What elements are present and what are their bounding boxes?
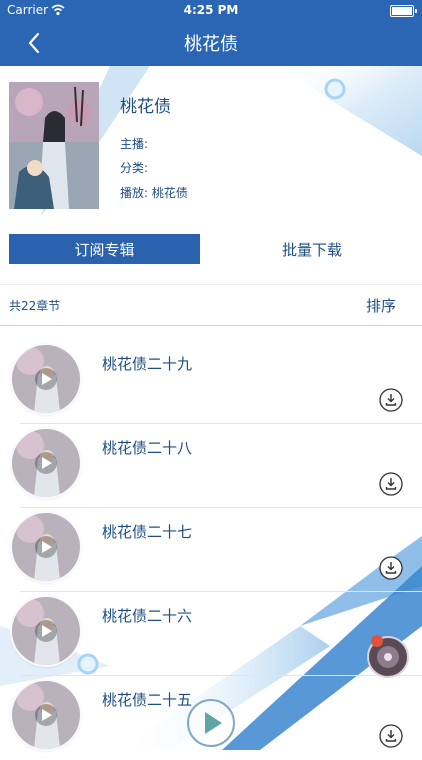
- album-cover: [9, 82, 99, 209]
- status-bar: Carrier 4:25 PM: [0, 0, 422, 22]
- album-category: 分类:: [120, 159, 148, 176]
- sort-button[interactable]: 排序: [366, 295, 396, 316]
- episode-title[interactable]: 桃花债二十九: [102, 353, 192, 374]
- status-time: 4:25 PM: [183, 3, 239, 17]
- episode-title[interactable]: 桃花债二十六: [102, 605, 192, 626]
- nav-bar: Carrier 4:25 PM 桃花债: [0, 0, 422, 66]
- episode-thumbnail[interactable]: [12, 429, 80, 497]
- subscribe-album-button[interactable]: 订阅专辑: [9, 234, 200, 264]
- host-label: 主播:: [120, 137, 149, 151]
- batch-download-button[interactable]: 批量下载: [212, 234, 412, 264]
- album-title: 桃花债: [120, 97, 171, 117]
- download-icon[interactable]: [379, 724, 403, 748]
- category-label: 分类:: [120, 161, 149, 175]
- play-button-icon[interactable]: [186, 698, 236, 748]
- floating-player-disc-icon[interactable]: [365, 632, 411, 678]
- play-label: 播放:: [120, 186, 149, 200]
- episode-title[interactable]: 桃花债二十七: [102, 521, 192, 542]
- play-value: 桃花债: [151, 186, 188, 200]
- list-item[interactable]: 桃花债二十七: [0, 508, 422, 592]
- download-icon[interactable]: [379, 472, 403, 496]
- page-title: 桃花债: [184, 34, 238, 55]
- episode-title[interactable]: 桃花债二十八: [102, 437, 192, 458]
- divider: [0, 325, 422, 326]
- download-icon[interactable]: [379, 388, 403, 412]
- episode-title[interactable]: 桃花债二十五: [102, 689, 192, 710]
- battery-icon: [390, 5, 417, 17]
- list-item[interactable]: 桃花债二十六: [0, 592, 422, 676]
- divider: [0, 284, 422, 285]
- download-icon[interactable]: [379, 556, 403, 580]
- episode-thumbnail[interactable]: [12, 345, 80, 413]
- album-host: 主播:: [120, 135, 148, 152]
- episode-thumbnail[interactable]: [12, 597, 80, 665]
- chapter-count: 共22章节: [9, 299, 61, 313]
- album-plays: 播放: 桃花债: [120, 184, 188, 201]
- list-item[interactable]: 桃花债二十九: [0, 340, 422, 424]
- episode-thumbnail[interactable]: [12, 681, 80, 749]
- episode-thumbnail[interactable]: [12, 513, 80, 581]
- list-item[interactable]: 桃花债二十八: [0, 424, 422, 508]
